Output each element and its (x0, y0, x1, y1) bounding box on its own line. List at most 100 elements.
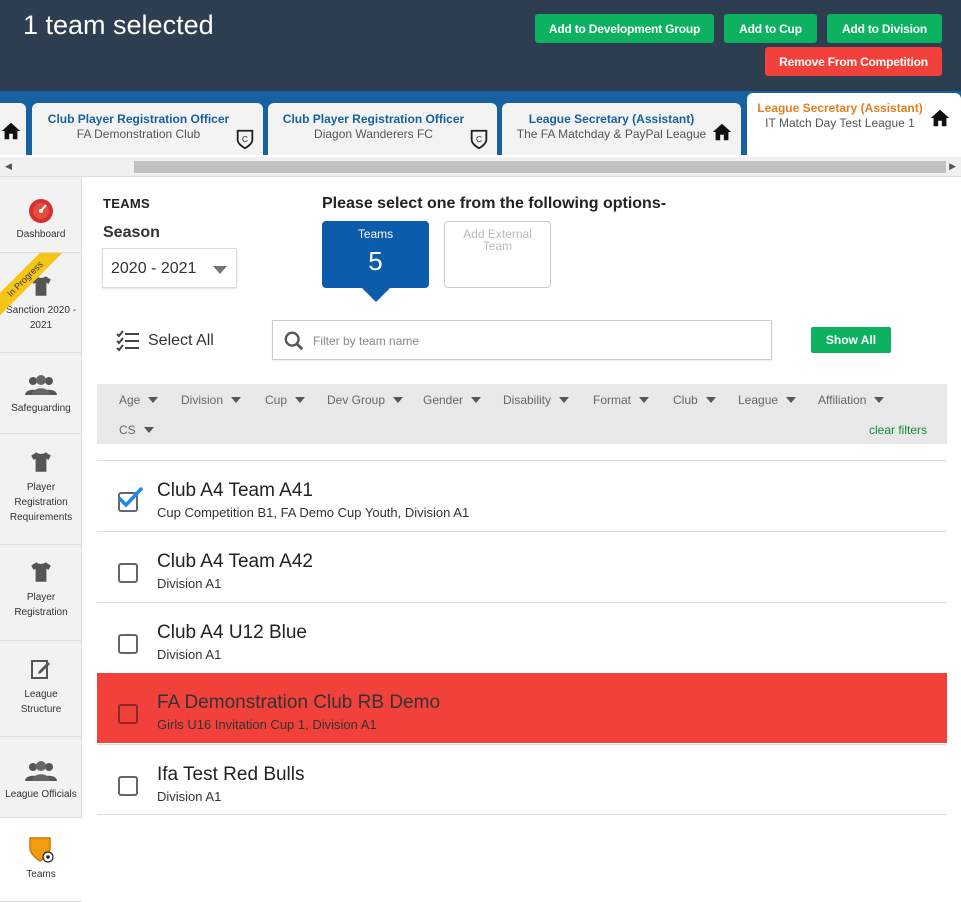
teams-option-card[interactable]: Teams 5 (322, 221, 429, 302)
team-name: Ifa Test Red Bulls (157, 764, 305, 785)
team-checkbox[interactable] (118, 563, 138, 583)
team-name: Club A4 Team A42 (157, 551, 313, 572)
filter-club[interactable]: Club (673, 393, 716, 407)
options-heading: Please select one from the following opt… (322, 195, 667, 212)
chevron-down-icon (148, 397, 159, 403)
team-checkbox[interactable] (118, 634, 138, 654)
team-checkbox[interactable] (118, 776, 138, 796)
chevron-down-icon (559, 397, 570, 403)
filter-dev-group[interactable]: Dev Group (327, 393, 404, 407)
filter-label: Disability (503, 393, 552, 407)
chevron-down-icon (786, 397, 797, 403)
scroll-left-arrow-icon[interactable]: ◀ (5, 161, 12, 172)
filter-disability[interactable]: Disability (503, 393, 570, 407)
sidebar-item-safeguarding[interactable]: Safeguarding (0, 353, 82, 434)
chevron-down-icon (705, 397, 716, 403)
home-icon (930, 109, 950, 127)
filter-age[interactable]: Age (119, 393, 159, 407)
filter-label: Division (181, 393, 224, 407)
sidebar-item-sanction[interactable]: In Progress Sanction 2020 - 2021 (0, 253, 82, 353)
add-external-team-option[interactable]: Add External Team (444, 221, 551, 288)
people-icon (25, 761, 57, 781)
role-tab-1[interactable]: Club Player Registration Officer FA Demo… (32, 103, 263, 155)
chevron-down-icon (213, 266, 227, 274)
home-icon (1, 122, 21, 140)
svg-text:C: C (242, 135, 248, 144)
filter-label: Cup (265, 393, 288, 407)
filter-format[interactable]: Format (593, 393, 650, 407)
horizontal-scrollbar[interactable]: ◀ ▶ (0, 157, 961, 177)
filter-label: Club (673, 393, 698, 407)
filter-cs[interactable]: CS (119, 423, 154, 437)
add-to-development-group-button[interactable]: Add to Development Group (535, 14, 714, 43)
filter-division[interactable]: Division (181, 393, 242, 407)
filter-label: Age (119, 393, 141, 407)
select-all-label: Select All (148, 332, 214, 349)
clear-filters-link[interactable]: clear filters (869, 423, 927, 437)
filter-cup[interactable]: Cup (265, 393, 306, 407)
remove-from-competition-button[interactable]: Remove From Competition (765, 47, 942, 76)
team-name: FA Demonstration Club RB Demo (157, 692, 441, 713)
team-detail: Cup Competition B1, FA Demo Cup Youth, D… (157, 505, 470, 520)
svg-text:C: C (476, 135, 482, 144)
team-row[interactable]: Ifa Test Red Bulls Division A1 (97, 744, 947, 814)
team-detail: Division A1 (157, 576, 222, 591)
role-tab-partial[interactable] (0, 103, 26, 155)
filter-label: Dev Group (327, 393, 386, 407)
people-icon (25, 375, 57, 395)
team-filter-input[interactable] (313, 331, 753, 351)
team-row[interactable]: Club A4 Team A42 Division A1 (97, 531, 947, 601)
season-select[interactable]: 2020 - 2021 (102, 248, 237, 288)
sidebar-item-league-officials[interactable]: League Officials (0, 737, 82, 818)
header-bar: 1 team selected Add to Development Group… (0, 0, 961, 91)
role-tab-role: League Secretary (Assistant) (528, 112, 695, 126)
filter-label: League (738, 393, 779, 407)
role-tab-3[interactable]: League Secretary (Assistant) The FA Matc… (502, 103, 741, 155)
scrollbar-thumb[interactable] (134, 161, 946, 173)
filter-affiliation[interactable]: Affiliation (818, 393, 885, 407)
teams-option-count: 5 (368, 246, 383, 276)
add-to-division-button[interactable]: Add to Division (827, 14, 942, 43)
role-tab-org: The FA Matchday & PayPal League (516, 127, 707, 141)
add-to-cup-button[interactable]: Add to Cup (724, 14, 817, 43)
team-filter-box (272, 320, 772, 360)
shirt-icon (31, 562, 51, 582)
filter-label: Affiliation (818, 393, 867, 407)
season-label: Season (103, 224, 160, 241)
filter-gender[interactable]: Gender (423, 393, 482, 407)
team-row[interactable]: Club A4 Team A41 Cup Competition B1, FA … (97, 460, 947, 530)
team-checkbox[interactable] (118, 704, 138, 724)
filter-label: CS (119, 423, 136, 437)
sidebar-item-player-registration-requirements[interactable]: Player Registration Requirements (0, 434, 82, 545)
sidebar-item-dashboard[interactable]: Dashboard (0, 177, 82, 253)
sidebar-item-label: Safeguarding (11, 403, 71, 414)
role-tab-org: Diagon Wanderers FC (314, 127, 433, 141)
role-tab-role: Club Player Registration Officer (47, 112, 230, 126)
season-select-value: 2020 - 2021 (111, 260, 197, 277)
chevron-down-icon (143, 427, 154, 433)
shield-ball-icon (29, 837, 54, 863)
sidebar-item-player-registration[interactable]: Player Registration (0, 545, 82, 641)
club-crest-icon: C (236, 129, 254, 150)
filter-league[interactable]: League (738, 393, 797, 407)
role-tab-4-active[interactable]: League Secretary (Assistant) IT Match Da… (747, 93, 961, 155)
team-row-highlighted[interactable]: FA Demonstration Club RB Demo Girls U16 … (97, 673, 947, 743)
role-tab-2[interactable]: Club Player Registration Officer Diagon … (268, 103, 497, 155)
checklist-icon (116, 330, 139, 352)
list-divider (97, 814, 947, 815)
selected-pointer (362, 288, 390, 302)
select-all-button[interactable]: Select All (116, 329, 214, 353)
team-detail: Division A1 (157, 647, 222, 662)
teams-option-label: Teams (357, 227, 394, 241)
scroll-right-arrow-icon[interactable]: ▶ (949, 161, 956, 172)
sidebar-item-label: League Structure (20, 689, 62, 715)
club-crest-icon: C (470, 129, 488, 150)
show-all-button[interactable]: Show All (811, 327, 891, 353)
checkmark-icon (117, 486, 144, 508)
search-icon (284, 331, 304, 351)
filter-label: Gender (423, 393, 464, 407)
team-row[interactable]: Club A4 U12 Blue Division A1 (97, 602, 947, 672)
sidebar-item-teams[interactable]: Teams (0, 818, 82, 902)
filter-bar: Age Division Cup Dev Group Gender Disabi… (97, 384, 947, 444)
sidebar-item-league-structure[interactable]: League Structure (0, 641, 82, 737)
